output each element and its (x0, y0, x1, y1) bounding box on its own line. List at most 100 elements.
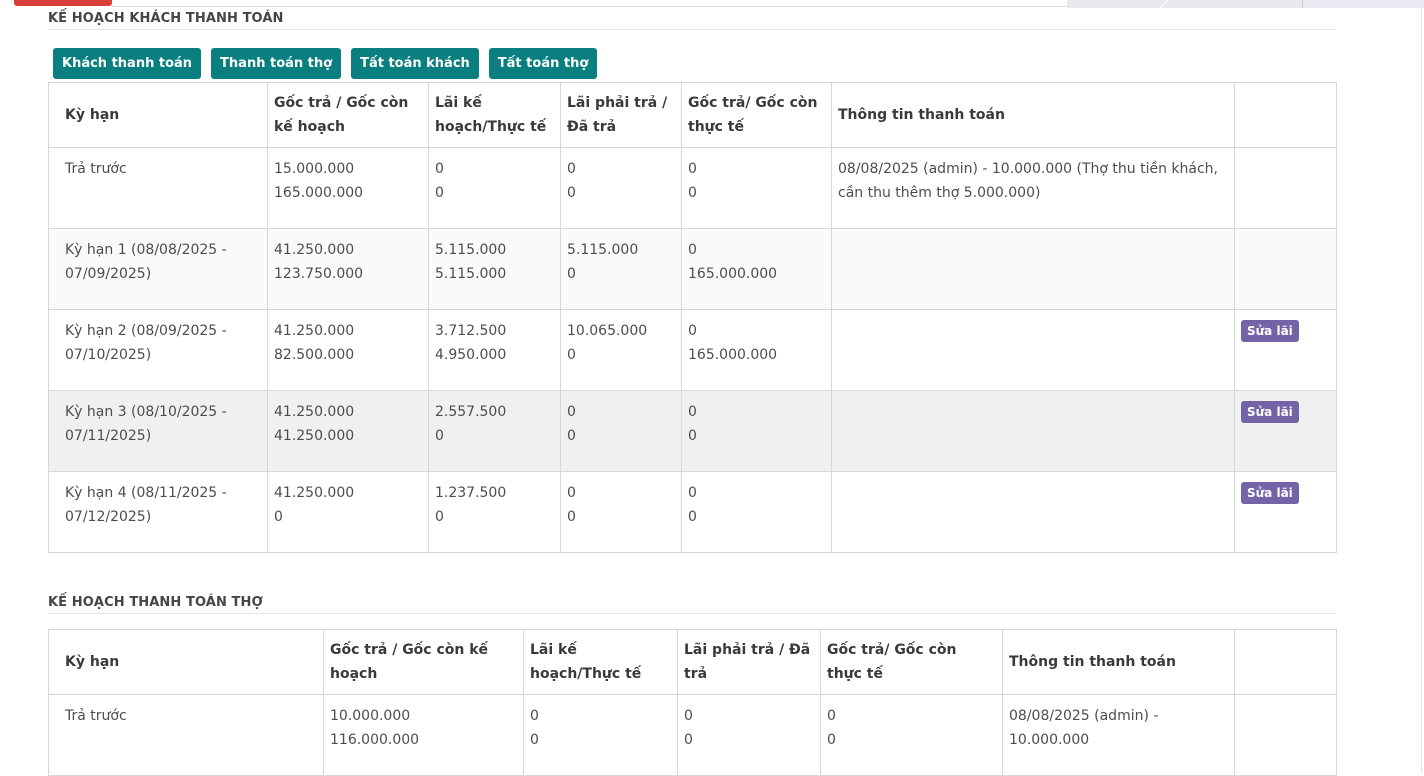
term-cell: Trả trước (48, 147, 268, 229)
principal-plan-value: 10.000.000 (330, 708, 411, 724)
status-tab-active[interactable] (1302, 0, 1424, 8)
interest-plan-cell: 5.115.000 5.115.000 (428, 228, 561, 310)
principal-actual-value: 165.000.000 (688, 347, 778, 363)
interest-due-value: 0 (567, 485, 576, 501)
col-interest-due: Lãi phải trả / Đã trả (560, 82, 682, 148)
principal-plan-value: 165.000.000 (274, 185, 364, 201)
interest-plan-cell: 00 (428, 147, 561, 229)
principal-plan-value: 41.250.000 (274, 404, 355, 420)
edit-interest-button[interactable]: Sửa lãi (1241, 320, 1299, 342)
pay-worker-button[interactable]: Thanh toán thợ (211, 48, 342, 79)
table-row: Kỳ hạn 4 (08/11/2025 - 07/12/2025) 41.250… (48, 471, 1337, 553)
interest-plan-value: 0 (435, 185, 444, 201)
settle-customer-button[interactable]: Tất toán khách (351, 48, 479, 79)
principal-plan-value: 0 (274, 509, 283, 525)
interest-plan-value: 5.115.000 (435, 242, 507, 258)
term-cell: Kỳ hạn 3 (08/10/2025 - 07/11/2025) (48, 390, 268, 472)
principal-plan-cell: 41.250.000 123.750.000 (267, 228, 429, 310)
interest-plan-value: 0 (435, 161, 444, 177)
interest-plan-value: 1.237.500 (435, 485, 507, 501)
interest-due-cell: 00 (560, 147, 682, 229)
table-row: Trả trước 10.000.000 116.000.000 0 0 0 0 0 0 08/0… (48, 694, 1337, 776)
principal-plan-cell: 41.250.000 41.250.000 (267, 390, 429, 472)
table-row: Kỳ hạn 3 (08/10/2025 - 07/11/2025) 41.250… (48, 390, 1337, 472)
principal-plan-cell: 10.000.000 116.000.000 (323, 694, 524, 776)
interest-plan-value: 0 (530, 732, 539, 748)
action-cell: Sửa lãi (1234, 390, 1337, 472)
col-payment-info: Thông tin thanh toán (1002, 629, 1235, 695)
term-cell: Kỳ hạn 4 (08/11/2025 - 07/12/2025) (48, 471, 268, 553)
settle-worker-button[interactable]: Tất toán thợ (488, 48, 598, 79)
col-principal-plan: Gốc trả / Gốc còn kế hoạch (323, 629, 524, 695)
principal-plan-value: 123.750.000 (274, 266, 364, 282)
interest-plan-cell: 3.712.500 4.950.000 (428, 309, 561, 391)
interest-plan-value: 0 (435, 428, 444, 444)
top-red-button-edge[interactable] (14, 0, 112, 6)
principal-plan-value: 41.250.000 (274, 242, 355, 258)
customer-plan-table: Kỳ hạn Gốc trả / Gốc còn kế hoạch Lãi kế… (48, 82, 1337, 553)
payment-info-cell (831, 228, 1235, 310)
top-clipped-header (0, 0, 1424, 8)
principal-actual-cell: 0 165.000.000 (681, 228, 832, 310)
action-cell: Sửa lãi (1234, 471, 1337, 553)
action-cell: Sửa lãi (1234, 309, 1337, 391)
principal-plan-cell: 15.000.000 165.000.000 (267, 147, 429, 229)
interest-due-value: 0 (567, 266, 576, 282)
principal-actual-value: 0 (688, 428, 697, 444)
principal-actual-value: 0 (688, 485, 697, 501)
customer-plan-title: KẾ HOẠCH KHÁCH THANH TOÁN (48, 11, 1336, 30)
principal-actual-value: 0 (688, 509, 697, 525)
interest-due-value: 0 (567, 161, 576, 177)
action-buttons: Khách thanh toán Thanh toán thợ Tất toán… (53, 48, 598, 79)
table-header-row: Kỳ hạn Gốc trả / Gốc còn kế hoạch Lãi kế… (48, 82, 1337, 148)
term-cell: Kỳ hạn 2 (08/09/2025 - 07/10/2025) (48, 309, 268, 391)
interest-due-cell: 5.115.000 0 (560, 228, 682, 310)
interest-plan-cell: 2.557.500 0 (428, 390, 561, 472)
principal-plan-value: 41.250.000 (274, 428, 355, 444)
interest-due-cell: 00 (677, 694, 821, 776)
payment-info-cell (831, 471, 1235, 553)
term-cell: Trả trước (48, 694, 324, 776)
interest-due-value: 0 (567, 509, 576, 525)
status-tab-separator (1160, 0, 1168, 8)
principal-actual-cell: 00 (820, 694, 1003, 776)
principal-actual-cell: 00 (681, 471, 832, 553)
interest-due-cell: 00 (560, 471, 682, 553)
payment-info-cell (831, 390, 1235, 472)
payment-info-cell: 08/08/2025 (admin) - 10.000.000 (Thợ thu… (831, 147, 1235, 229)
worker-plan-table: Kỳ hạn Gốc trả / Gốc còn kế hoạch Lãi kế… (48, 629, 1337, 776)
interest-due-cell: 00 (560, 390, 682, 472)
col-payment-info: Thông tin thanh toán (831, 82, 1235, 148)
principal-plan-value: 15.000.000 (274, 161, 355, 177)
principal-actual-value: 0 (688, 161, 697, 177)
action-cell (1234, 147, 1337, 229)
interest-plan-value: 2.557.500 (435, 404, 507, 420)
principal-plan-cell: 41.250.000 0 (267, 471, 429, 553)
action-cell (1234, 694, 1337, 776)
col-action (1234, 629, 1337, 695)
table-row: Kỳ hạn 2 (08/09/2025 - 07/10/2025) 41.250… (48, 309, 1337, 391)
interest-due-value: 10.065.000 (567, 323, 648, 339)
principal-actual-value: 0 (827, 732, 836, 748)
interest-plan-value: 4.950.000 (435, 347, 507, 363)
scrollbar-track[interactable] (1421, 0, 1422, 773)
principal-plan-value: 41.250.000 (274, 323, 355, 339)
interest-due-value: 5.115.000 (567, 242, 639, 258)
principal-plan-value: 82.500.000 (274, 347, 355, 363)
col-principal-actual: Gốc trả/ Gốc còn thực tế (681, 82, 832, 148)
col-term: Kỳ hạn (48, 82, 268, 148)
col-term: Kỳ hạn (48, 629, 324, 695)
col-interest-plan: Lãi kế hoạch/Thực tế (523, 629, 678, 695)
principal-actual-value: 0 (688, 185, 697, 201)
edit-interest-button[interactable]: Sửa lãi (1241, 482, 1299, 504)
col-principal-plan: Gốc trả / Gốc còn kế hoạch (267, 82, 429, 148)
edit-interest-button[interactable]: Sửa lãi (1241, 401, 1299, 423)
customer-pay-button[interactable]: Khách thanh toán (53, 48, 202, 79)
interest-due-value: 0 (567, 347, 576, 363)
action-cell (1234, 228, 1337, 310)
interest-plan-cell: 1.237.500 0 (428, 471, 561, 553)
principal-plan-value: 116.000.000 (330, 732, 420, 748)
top-divider (112, 6, 1067, 7)
col-interest-due: Lãi phải trả / Đã trả (677, 629, 821, 695)
payment-info-cell: 08/08/2025 (admin) - 10.000.000 (1002, 694, 1235, 776)
